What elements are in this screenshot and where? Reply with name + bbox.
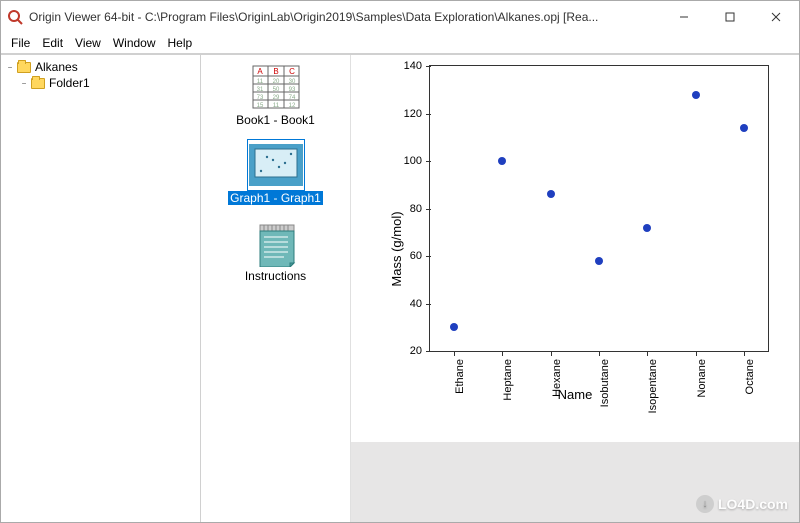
x-tick-label: Heptane: [502, 351, 514, 401]
svg-text:11: 11: [272, 103, 279, 109]
data-point: [692, 91, 700, 99]
window-title: Origin Viewer 64-bit - C:\Program Files\…: [29, 10, 661, 24]
close-button[interactable]: [753, 2, 799, 32]
x-tick-label: Ethane: [454, 351, 466, 394]
collapse-icon[interactable]: −: [5, 62, 15, 72]
workbook-icon: A B C 11 20 30 31 50 93 73 29 74 15 11 12: [249, 63, 303, 111]
titlebar: Origin Viewer 64-bit - C:\Program Files\…: [1, 1, 799, 33]
item-label: Book1 - Book1: [236, 113, 315, 127]
menu-edit[interactable]: Edit: [36, 35, 69, 51]
client-area: − Alkanes − Folder1 A: [1, 54, 799, 522]
watermark: ↓ LO4D.com: [696, 495, 788, 513]
y-tick: 60: [410, 250, 430, 262]
chart-box: 20406080100120140EthaneHeptaneHexaneIsob…: [429, 65, 769, 352]
minimize-button[interactable]: [661, 2, 707, 32]
svg-text:50: 50: [272, 87, 279, 93]
y-tick: 40: [410, 298, 430, 310]
svg-text:B: B: [273, 67, 278, 76]
svg-text:15: 15: [256, 103, 263, 109]
data-point: [498, 157, 506, 165]
tree-item-root[interactable]: − Alkanes: [3, 59, 198, 75]
x-tick-label: Nonane: [696, 351, 708, 398]
x-tick-label: Isobutane: [599, 351, 611, 407]
svg-text:73: 73: [256, 95, 263, 101]
item-graph1[interactable]: Graph1 - Graph1: [211, 141, 341, 205]
download-icon: ↓: [696, 495, 714, 513]
folder-icon: [17, 62, 31, 73]
plot-area: Mass (g/mol) 20406080100120140EthaneHept…: [351, 55, 799, 442]
folder-contents: A B C 11 20 30 31 50 93 73 29 74 15 11 12 Book1 …: [201, 55, 351, 522]
data-point: [595, 257, 603, 265]
item-label: Graph1 - Graph1: [228, 191, 323, 205]
collapse-icon[interactable]: −: [19, 78, 29, 88]
graph-icon: [249, 141, 303, 189]
svg-text:C: C: [289, 67, 295, 76]
y-tick: 100: [404, 155, 430, 167]
watermark-text: LO4D.com: [718, 496, 788, 512]
project-tree: − Alkanes − Folder1: [1, 55, 201, 522]
data-point: [450, 323, 458, 331]
notes-icon: [249, 219, 303, 267]
menu-file[interactable]: File: [5, 35, 36, 51]
item-instructions[interactable]: Instructions: [211, 219, 341, 283]
svg-text:29: 29: [272, 95, 279, 101]
svg-text:74: 74: [288, 95, 295, 101]
y-tick: 120: [404, 108, 430, 120]
tree-label: Alkanes: [35, 60, 78, 74]
svg-text:31: 31: [256, 87, 263, 93]
x-tick-label: Octane: [744, 351, 756, 394]
folder-icon: [31, 78, 45, 89]
item-book1[interactable]: A B C 11 20 30 31 50 93 73 29 74 15 11 12 Book1 …: [211, 63, 341, 127]
app-window: Origin Viewer 64-bit - C:\Program Files\…: [0, 0, 800, 523]
y-tick: 20: [410, 345, 430, 357]
svg-text:93: 93: [288, 87, 295, 93]
x-axis-title: Name: [558, 387, 593, 402]
app-icon: [7, 9, 23, 25]
svg-text:20: 20: [272, 79, 279, 85]
graph-preview-pane: Mass (g/mol) 20406080100120140EthaneHept…: [351, 55, 799, 522]
tree-item-child[interactable]: − Folder1: [17, 75, 198, 91]
menu-window[interactable]: Window: [107, 35, 162, 51]
tree-label: Folder1: [49, 76, 90, 90]
item-label: Instructions: [245, 269, 306, 283]
y-axis-title: Mass (g/mol): [389, 211, 404, 286]
x-tick-label: Isopentane: [647, 351, 659, 413]
data-point: [547, 190, 555, 198]
maximize-button[interactable]: [707, 2, 753, 32]
menubar: File Edit View Window Help: [1, 33, 799, 53]
svg-text:11: 11: [256, 79, 263, 85]
y-tick: 140: [404, 60, 430, 72]
y-tick: 80: [410, 203, 430, 215]
svg-text:12: 12: [288, 103, 295, 109]
svg-text:A: A: [257, 67, 263, 76]
data-point: [740, 124, 748, 132]
data-point: [643, 224, 651, 232]
svg-text:30: 30: [288, 79, 295, 85]
menu-view[interactable]: View: [69, 35, 107, 51]
menu-help[interactable]: Help: [162, 35, 199, 51]
